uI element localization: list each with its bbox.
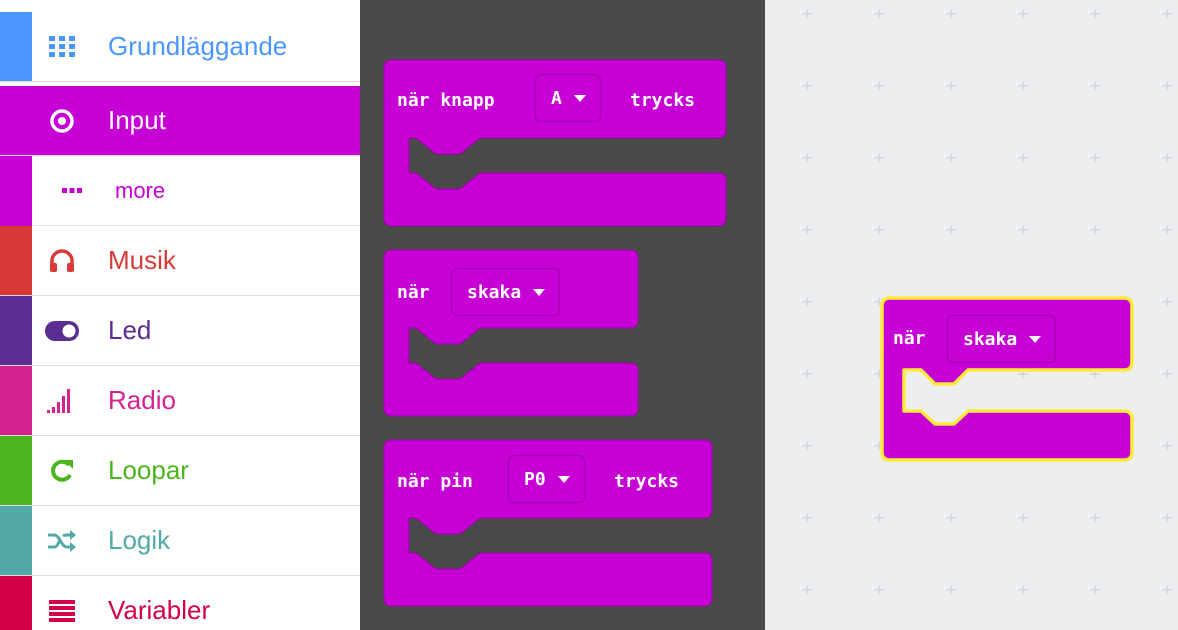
grid-plus-mark (802, 9, 812, 19)
caret-down-icon (573, 94, 586, 102)
toggle-icon (44, 296, 80, 365)
grid-plus-mark (946, 9, 956, 19)
category-label: Radio (108, 385, 176, 415)
list-lines-icon (44, 576, 80, 630)
grid-plus-mark (1090, 513, 1100, 523)
grid-plus-mark (802, 513, 812, 523)
grid-plus-mark (946, 513, 956, 523)
grid-plus-mark (802, 153, 812, 163)
grid-plus-mark (1090, 9, 1100, 19)
grid-plus-mark (802, 297, 812, 307)
gesture-dropdown[interactable]: skaka (451, 268, 561, 316)
grid-plus-mark (1090, 225, 1100, 235)
grid-plus-mark (946, 225, 956, 235)
grid-plus-mark (1162, 297, 1172, 307)
block-text: trycks (630, 90, 696, 111)
button-dropdown[interactable]: A (535, 74, 601, 122)
category-label: Led (108, 315, 152, 345)
grid-plus-mark (1162, 81, 1172, 91)
category-variabler[interactable]: Variabler (0, 576, 360, 630)
grid-plus-mark (1162, 585, 1172, 595)
grid-plus-mark (874, 153, 884, 163)
workspace-canvas[interactable]: när skaka (765, 0, 1178, 630)
category-label: Musik (108, 245, 176, 275)
block-text: när pin (397, 471, 473, 492)
grid-plus-mark (802, 369, 812, 379)
grid-plus-mark (946, 81, 956, 91)
dropdown-value: skaka (963, 328, 1018, 350)
grid-plus-mark (802, 585, 812, 595)
grid-plus-mark (1018, 513, 1028, 523)
grid-plus-mark (1018, 585, 1028, 595)
category-label: Grundläggande (108, 31, 288, 61)
block-flyout: när knapp A trycks när skaka när pin P0 … (360, 0, 765, 630)
grid-plus-mark (874, 81, 884, 91)
grid-plus-mark (874, 9, 884, 19)
gesture-dropdown[interactable]: skaka (947, 315, 1057, 363)
grid-plus-mark (1090, 81, 1100, 91)
refresh-icon (44, 436, 80, 505)
headphones-icon (44, 226, 80, 295)
caret-down-icon (557, 475, 570, 483)
category-more[interactable]: more (32, 156, 360, 226)
grid-plus-mark (802, 441, 812, 451)
grid-plus-mark (1090, 585, 1100, 595)
category-color-bar (0, 366, 32, 435)
category-color-bar (0, 226, 32, 295)
grid-plus-mark (802, 81, 812, 91)
category-grundlaggande[interactable]: Grundläggande (0, 12, 360, 82)
grid-plus-mark (1162, 441, 1172, 451)
dropdown-value: skaka (467, 281, 522, 303)
category-label: Variabler (108, 595, 211, 625)
category-color-bar (0, 506, 32, 575)
grid-plus-mark (1162, 513, 1172, 523)
block-text: när knapp (397, 90, 495, 111)
more-dots-icon (54, 156, 90, 225)
pin-dropdown[interactable]: P0 (508, 455, 585, 503)
category-color-bar (0, 576, 32, 630)
category-led[interactable]: Led (0, 296, 360, 366)
target-icon (44, 86, 80, 155)
caret-down-icon (1029, 335, 1042, 343)
grid-plus-mark (946, 153, 956, 163)
category-loopar[interactable]: Loopar (0, 436, 360, 506)
grid-plus-mark (874, 225, 884, 235)
grid-plus-mark (1162, 369, 1172, 379)
grid-icon (44, 12, 80, 81)
category-label: Logik (108, 525, 171, 555)
category-radio[interactable]: Radio (0, 366, 360, 436)
category-input[interactable]: Input (0, 86, 360, 156)
category-musik[interactable]: Musik (0, 226, 360, 296)
grid-plus-mark (1018, 9, 1028, 19)
dropdown-value: A (551, 87, 562, 109)
grid-plus-mark (874, 513, 884, 523)
grid-plus-mark (1018, 225, 1028, 235)
signal-bars-icon (44, 366, 80, 435)
grid-plus-mark (1018, 81, 1028, 91)
grid-plus-mark (874, 585, 884, 595)
category-color-bar (0, 436, 32, 505)
block-text: när (893, 328, 926, 349)
category-label: Loopar (108, 455, 189, 485)
category-color-bar (0, 296, 32, 365)
grid-plus-mark (1162, 9, 1172, 19)
category-logik[interactable]: Logik (0, 506, 360, 576)
grid-plus-mark (1090, 153, 1100, 163)
category-color-bar (0, 12, 32, 81)
toolbox: Grundläggande Input more Musik Led Radio… (0, 0, 360, 630)
block-text: när (397, 282, 430, 303)
grid-plus-mark (1018, 153, 1028, 163)
grid-plus-mark (802, 225, 812, 235)
subcategory-indent (0, 156, 32, 226)
category-label: Input (108, 105, 166, 135)
category-label: more (115, 177, 166, 203)
block-text: trycks (614, 471, 680, 492)
grid-plus-mark (1162, 225, 1172, 235)
grid-plus-mark (1162, 153, 1172, 163)
grid-plus-mark (946, 585, 956, 595)
shuffle-icon (44, 506, 80, 575)
dropdown-value: P0 (524, 468, 546, 490)
caret-down-icon (533, 288, 546, 296)
